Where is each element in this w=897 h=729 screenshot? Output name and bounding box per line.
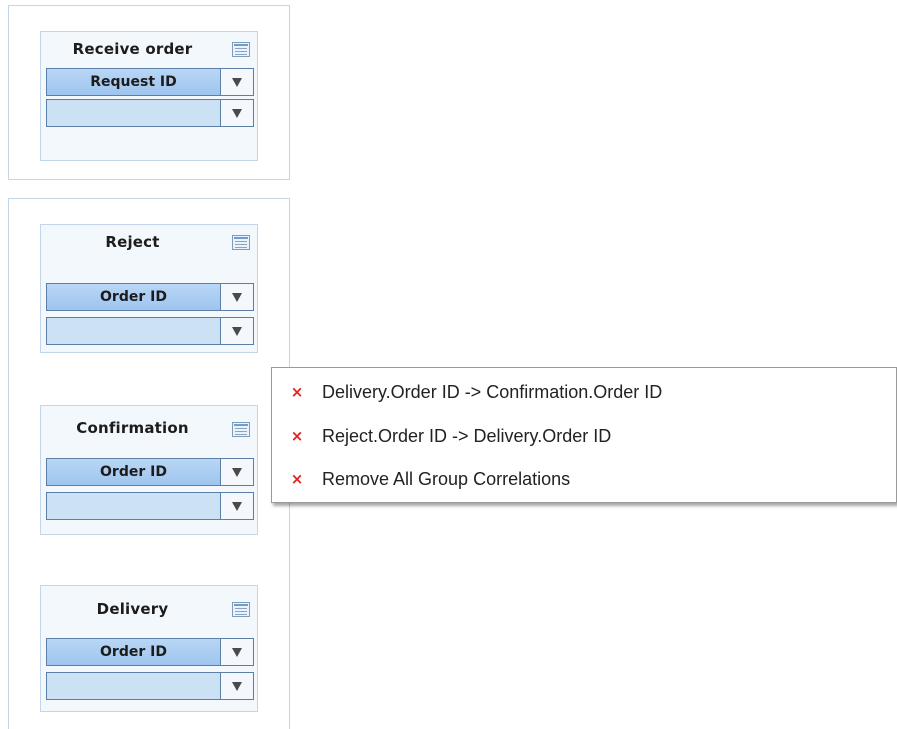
list-view-icon[interactable] — [232, 42, 250, 57]
menu-item-remove-reject-delivery[interactable]: × Reject.Order ID -> Delivery.Order ID — [272, 416, 892, 456]
card-receive-order[interactable]: Receive order Request ID — [40, 31, 258, 161]
secondary-field-select[interactable] — [46, 672, 254, 700]
card-delivery[interactable]: Delivery Order ID — [40, 585, 258, 712]
primary-field-select[interactable]: Order ID — [46, 638, 254, 666]
card-title: Delivery — [96, 600, 169, 618]
dropdown-arrow-icon[interactable] — [220, 459, 253, 485]
primary-field-select[interactable]: Order ID — [46, 458, 254, 486]
correlation-group-2: Reject Order ID Confirmation Order ID De… — [8, 198, 290, 729]
dropdown-arrow-icon[interactable] — [220, 318, 253, 344]
primary-field-select[interactable]: Request ID — [46, 68, 254, 96]
remove-x-icon: × — [290, 427, 304, 445]
card-title: Confirmation — [76, 419, 189, 437]
primary-field-select[interactable]: Order ID — [46, 283, 254, 311]
card-confirmation[interactable]: Confirmation Order ID — [40, 405, 258, 535]
select-value: Order ID — [100, 644, 167, 660]
select-value — [47, 673, 220, 699]
menu-item-label: Remove All Group Correlations — [322, 469, 571, 489]
dropdown-arrow-icon[interactable] — [220, 673, 253, 699]
secondary-field-select[interactable] — [46, 317, 254, 345]
correlation-group-1: Receive order Request ID — [8, 5, 290, 180]
menu-item-remove-delivery-confirmation[interactable]: × Delivery.Order ID -> Confirmation.Orde… — [272, 372, 892, 412]
select-value — [47, 100, 220, 126]
card-reject[interactable]: Reject Order ID — [40, 224, 258, 353]
secondary-field-select[interactable] — [46, 99, 254, 127]
select-value — [47, 493, 220, 519]
select-value: Order ID — [100, 464, 167, 480]
card-title: Reject — [105, 233, 160, 251]
list-view-icon[interactable] — [232, 235, 250, 250]
dropdown-arrow-icon[interactable] — [220, 100, 253, 126]
secondary-field-select[interactable] — [46, 492, 254, 520]
menu-item-remove-all-group-correlations[interactable]: × Remove All Group Correlations — [272, 459, 892, 499]
select-value: Request ID — [90, 74, 177, 90]
select-value — [47, 318, 220, 344]
remove-x-icon: × — [290, 383, 304, 401]
remove-x-icon: × — [290, 470, 304, 488]
list-view-icon[interactable] — [232, 602, 250, 617]
menu-item-label: Delivery.Order ID -> Confirmation.Order … — [322, 382, 663, 402]
select-value: Order ID — [100, 289, 167, 305]
dropdown-arrow-icon[interactable] — [220, 639, 253, 665]
dropdown-arrow-icon[interactable] — [220, 69, 253, 95]
dropdown-arrow-icon[interactable] — [220, 493, 253, 519]
card-title: Receive order — [72, 40, 193, 58]
dropdown-arrow-icon[interactable] — [220, 284, 253, 310]
correlation-context-menu: × Delivery.Order ID -> Confirmation.Orde… — [271, 367, 897, 503]
menu-item-label: Reject.Order ID -> Delivery.Order ID — [322, 426, 612, 446]
list-view-icon[interactable] — [232, 422, 250, 437]
